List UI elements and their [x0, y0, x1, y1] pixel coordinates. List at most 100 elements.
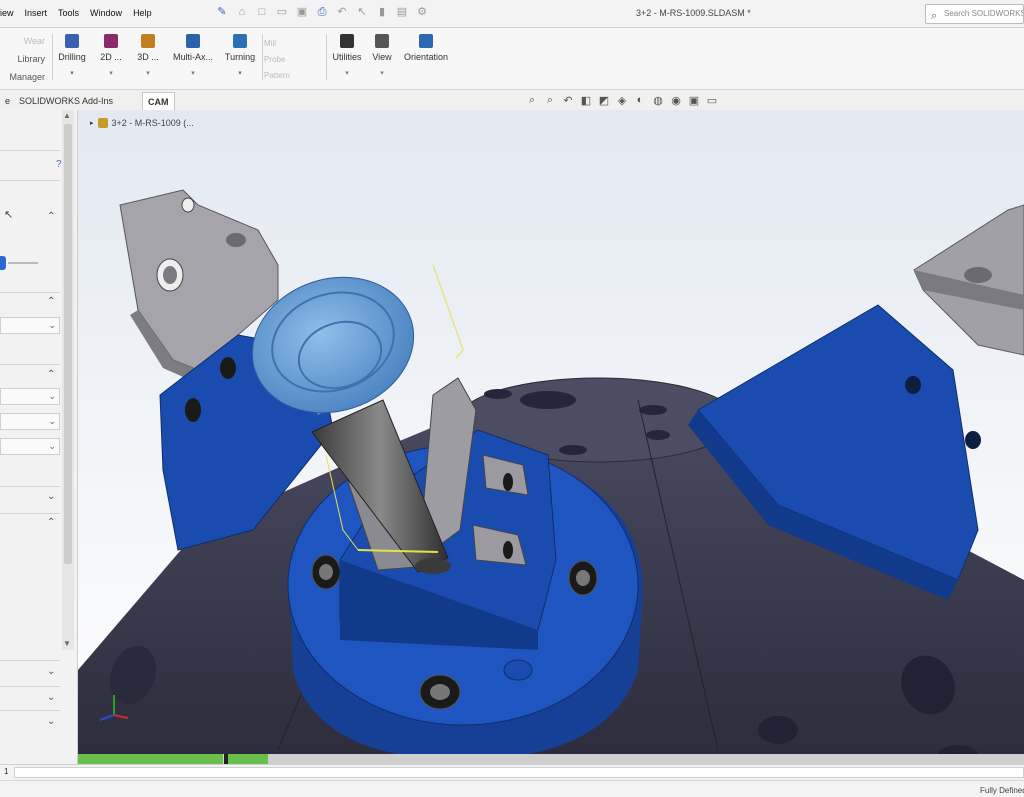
utilities-button[interactable]: Utilities ▾ — [327, 34, 367, 77]
command-tabs: e SOLIDWORKS Add-Ins CAM — [0, 90, 1024, 110]
tab-evaluate[interactable]: e — [0, 92, 15, 110]
drilling-button[interactable]: Drilling ▾ — [52, 34, 92, 77]
dropdown-arrow-icon[interactable]: ▾ — [362, 69, 402, 77]
menu-bar: iew Insert Tools Window Help — [0, 8, 152, 18]
3d-button[interactable]: 3D ... ▾ — [128, 34, 168, 77]
dropdown-arrow-icon[interactable]: ▾ — [91, 69, 131, 77]
dropdown-field[interactable]: ⌄ — [0, 438, 60, 455]
menu-view[interactable]: iew — [0, 8, 14, 18]
dropdown-field[interactable]: ⌄ — [0, 413, 60, 430]
multi-axis-button[interactable]: Multi-Ax... ▾ — [170, 34, 216, 77]
search-box[interactable]: ⌕ Search SOLIDWORKS — [925, 4, 1024, 24]
hide-show-items-icon[interactable]: ◍ — [652, 94, 664, 107]
graphics-viewport[interactable] — [78, 110, 1024, 764]
scroll-up-icon[interactable]: ▲ — [63, 111, 71, 120]
pin-icon[interactable]: ✎ — [214, 5, 230, 20]
turning-button[interactable]: Turning ▾ — [220, 34, 260, 77]
rebuild-icon[interactable]: ▮ — [374, 5, 390, 20]
scrollbar-thumb[interactable] — [64, 124, 72, 564]
home-icon[interactable]: ⌂ — [234, 5, 250, 20]
menu-tools[interactable]: Tools — [58, 8, 79, 18]
orientation-label: Orientation — [403, 52, 449, 62]
file-properties-icon[interactable]: ▤ — [394, 5, 410, 20]
panel-divider — [0, 686, 60, 687]
dropdown-arrow-icon[interactable]: ▾ — [170, 69, 216, 77]
solidworks-window: iew Insert Tools Window Help ✎ ⌂ □ ▭ ▣ ⎙… — [0, 0, 1024, 797]
panel-divider — [0, 513, 60, 514]
dynamic-annotation-icon[interactable]: ◩ — [598, 94, 610, 107]
feature-tree-flyout[interactable]: ▸ 3+2 - M-RS-1009 (... — [90, 118, 194, 128]
zoom-to-fit-icon[interactable]: ⌕ — [526, 94, 538, 107]
expand-chevron-icon[interactable]: ⌄ — [47, 666, 55, 677]
open-folder-icon[interactable]: ▭ — [274, 5, 290, 20]
view-settings-icon[interactable]: ▭ — [706, 94, 718, 107]
select-icon[interactable]: ↖ — [354, 5, 370, 20]
menu-window[interactable]: Window — [90, 8, 122, 18]
collapse-chevron-icon[interactable]: ⌃ — [47, 296, 55, 307]
utilities-label: Utilities — [332, 52, 362, 62]
display-style-icon[interactable]: ◐ — [634, 94, 646, 107]
cad-model-render[interactable] — [78, 110, 1024, 764]
options-gear-icon[interactable]: ⚙ — [414, 5, 430, 20]
command-manager-ribbon: Wear Library Manager Drilling ▾ 2D ... ▾… — [0, 28, 1024, 90]
panel-divider — [0, 486, 60, 487]
dropdown-field[interactable]: ⌄ — [0, 317, 60, 334]
ribbon-separator — [262, 34, 263, 80]
view-orientation-icon[interactable]: ◈ — [616, 94, 628, 107]
expand-chevron-icon[interactable]: ⌄ — [47, 692, 55, 703]
save-icon[interactable]: ▣ — [294, 5, 310, 20]
collapse-chevron-icon[interactable]: ⌃ — [47, 369, 55, 380]
dropdown-arrow-icon[interactable]: ▾ — [52, 69, 92, 77]
turning-icon — [233, 34, 247, 48]
chevron-down-icon: ⌄ — [48, 441, 56, 451]
2d-icon — [104, 34, 118, 48]
ribbon-item-library[interactable]: Library — [0, 50, 50, 68]
zoom-area-icon[interactable]: ⌕ — [544, 94, 556, 107]
slider-handle[interactable] — [0, 256, 6, 270]
dropdown-field[interactable]: ⌄ — [0, 388, 60, 405]
page-number[interactable]: 1 — [4, 767, 8, 776]
collapse-chevron-icon[interactable]: ⌃ — [47, 211, 55, 222]
new-document-icon[interactable]: □ — [254, 5, 270, 20]
3d-icon — [141, 34, 155, 48]
panel-divider — [0, 660, 60, 661]
menu-help[interactable]: Help — [133, 8, 152, 18]
horizontal-scrollbar[interactable] — [14, 767, 1024, 778]
ribbon-left-group: Wear Library Manager — [0, 32, 50, 86]
appearance-icon[interactable]: ◉ — [670, 94, 682, 107]
dropdown-arrow-icon[interactable]: ▾ — [220, 69, 260, 77]
collapse-chevron-icon[interactable]: ⌃ — [47, 517, 55, 528]
orientation-button[interactable]: Orientation — [398, 34, 454, 62]
search-icon: ⌕ — [931, 10, 938, 22]
section-view-icon[interactable]: ◧ — [580, 94, 592, 107]
help-icon[interactable]: ? — [56, 159, 62, 170]
strip-segment-green — [228, 754, 268, 764]
dropdown-arrow-icon[interactable]: ▾ — [128, 69, 168, 77]
panel-divider — [0, 364, 60, 365]
expand-arrow-icon[interactable]: ▸ — [90, 119, 94, 127]
panel-scrollbar[interactable]: ▲ ▼ — [62, 110, 74, 650]
2d-button[interactable]: 2D ... ▾ — [91, 34, 131, 77]
disabled-commands-group: Mill Probe Pattern — [264, 36, 290, 84]
tab-cam[interactable]: CAM — [142, 92, 175, 110]
undo-icon[interactable]: ↶ — [334, 5, 350, 20]
orientation-icon — [419, 34, 433, 48]
expand-chevron-icon[interactable]: ⌄ — [47, 716, 55, 727]
ribbon-item-manager[interactable]: Manager — [0, 68, 50, 86]
view-button[interactable]: View ▾ — [362, 34, 402, 77]
tab-solidworks-add-ins[interactable]: SOLIDWORKS Add-Ins — [14, 92, 118, 110]
scene-icon[interactable]: ▣ — [688, 94, 700, 107]
slider-track[interactable] — [8, 262, 38, 264]
previous-view-icon[interactable]: ↶ — [562, 94, 574, 107]
probe-command: Probe — [264, 55, 286, 64]
menu-insert[interactable]: Insert — [25, 8, 48, 18]
quick-access-toolbar: ✎ ⌂ □ ▭ ▣ ⎙ ↶ ↖ ▮ ▤ ⚙ — [214, 5, 430, 20]
title-bar: iew Insert Tools Window Help ✎ ⌂ □ ▭ ▣ ⎙… — [0, 0, 1024, 28]
expand-chevron-icon[interactable]: ⌄ — [47, 491, 55, 502]
scroll-down-icon[interactable]: ▼ — [63, 639, 71, 648]
view-icon — [375, 34, 389, 48]
dropdown-arrow-icon[interactable]: ▾ — [327, 69, 367, 77]
print-icon[interactable]: ⎙ — [314, 5, 330, 20]
3d-label: 3D ... — [137, 52, 159, 62]
ribbon-item-wear[interactable]: Wear — [0, 32, 50, 50]
